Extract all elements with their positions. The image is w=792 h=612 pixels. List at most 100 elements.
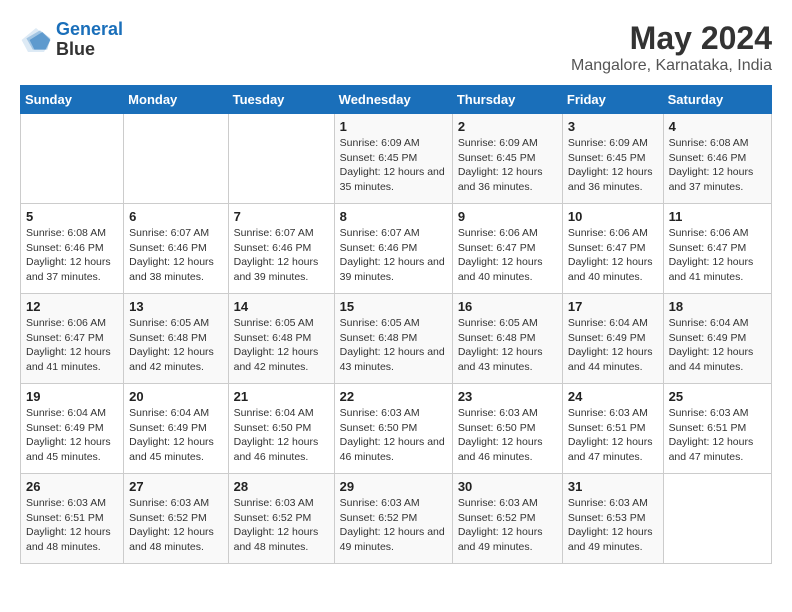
- day-number: 3: [568, 119, 658, 134]
- day-number: 11: [669, 209, 766, 224]
- calendar-cell: 17 Sunrise: 6:04 AMSunset: 6:49 PMDayligh…: [562, 294, 663, 384]
- day-info: Sunrise: 6:07 AMSunset: 6:46 PMDaylight:…: [129, 226, 222, 285]
- day-info: Sunrise: 6:04 AMSunset: 6:50 PMDaylight:…: [234, 406, 329, 465]
- day-number: 5: [26, 209, 118, 224]
- day-info: Sunrise: 6:06 AMSunset: 6:47 PMDaylight:…: [26, 316, 118, 375]
- day-info: Sunrise: 6:09 AMSunset: 6:45 PMDaylight:…: [340, 136, 447, 195]
- day-number: 17: [568, 299, 658, 314]
- day-number: 18: [669, 299, 766, 314]
- calendar-cell: 25Sunrise: 6:03 AMSunset: 6:51 PMDayligh…: [663, 384, 771, 474]
- day-info: Sunrise: 6:07 AMSunset: 6:46 PMDaylight:…: [234, 226, 329, 285]
- day-number: 26: [26, 479, 118, 494]
- day-number: 16: [458, 299, 557, 314]
- day-info: Sunrise: 6:04 AMSunset: 6:49 PMDaylight:…: [26, 406, 118, 465]
- day-info: Sunrise: 6:05 AMSunset: 6:48 PMDaylight:…: [458, 316, 557, 375]
- calendar-cell: [21, 114, 124, 204]
- day-info: Sunrise: 6:03 AMSunset: 6:52 PMDaylight:…: [340, 496, 447, 555]
- calendar-cell: 11 Sunrise: 6:06 AMSunset: 6:47 PMDayligh…: [663, 204, 771, 294]
- calendar-cell: 2 Sunrise: 6:09 AMSunset: 6:45 PMDaylight…: [452, 114, 562, 204]
- calendar-cell: 24Sunrise: 6:03 AMSunset: 6:51 PMDayligh…: [562, 384, 663, 474]
- day-number: 30: [458, 479, 557, 494]
- logo-text: General Blue: [56, 20, 123, 60]
- calendar-cell: 18 Sunrise: 6:04 AMSunset: 6:49 PMDayligh…: [663, 294, 771, 384]
- day-number: 6: [129, 209, 222, 224]
- calendar-cell: 5 Sunrise: 6:08 AMSunset: 6:46 PMDaylight…: [21, 204, 124, 294]
- calendar-cell: 20Sunrise: 6:04 AMSunset: 6:49 PMDayligh…: [124, 384, 228, 474]
- day-info: Sunrise: 6:03 AMSunset: 6:50 PMDaylight:…: [340, 406, 447, 465]
- day-number: 21: [234, 389, 329, 404]
- day-info: Sunrise: 6:03 AMSunset: 6:51 PMDaylight:…: [669, 406, 766, 465]
- calendar-cell: 6 Sunrise: 6:07 AMSunset: 6:46 PMDaylight…: [124, 204, 228, 294]
- day-info: Sunrise: 6:09 AMSunset: 6:45 PMDaylight:…: [568, 136, 658, 195]
- day-info: Sunrise: 6:03 AMSunset: 6:52 PMDaylight:…: [129, 496, 222, 555]
- calendar-cell: [228, 114, 334, 204]
- day-info: Sunrise: 6:03 AMSunset: 6:52 PMDaylight:…: [458, 496, 557, 555]
- col-header-wednesday: Wednesday: [334, 86, 452, 114]
- calendar-cell: 22 Sunrise: 6:03 AMSunset: 6:50 PMDayligh…: [334, 384, 452, 474]
- day-info: Sunrise: 6:05 AMSunset: 6:48 PMDaylight:…: [129, 316, 222, 375]
- calendar-cell: 21 Sunrise: 6:04 AMSunset: 6:50 PMDayligh…: [228, 384, 334, 474]
- calendar-cell: 26 Sunrise: 6:03 AMSunset: 6:51 PMDayligh…: [21, 474, 124, 564]
- calendar-cell: 15 Sunrise: 6:05 AMSunset: 6:48 PMDayligh…: [334, 294, 452, 384]
- day-number: 28: [234, 479, 329, 494]
- calendar-cell: 23Sunrise: 6:03 AMSunset: 6:50 PMDayligh…: [452, 384, 562, 474]
- col-header-sunday: Sunday: [21, 86, 124, 114]
- day-number: 2: [458, 119, 557, 134]
- day-number: 8: [340, 209, 447, 224]
- logo-icon: [20, 24, 52, 56]
- calendar-cell: 30 Sunrise: 6:03 AMSunset: 6:52 PMDayligh…: [452, 474, 562, 564]
- logo: General Blue: [20, 20, 123, 60]
- day-info: Sunrise: 6:08 AMSunset: 6:46 PMDaylight:…: [26, 226, 118, 285]
- calendar-cell: 16 Sunrise: 6:05 AMSunset: 6:48 PMDayligh…: [452, 294, 562, 384]
- day-number: 12: [26, 299, 118, 314]
- day-number: 22: [340, 389, 447, 404]
- day-info: Sunrise: 6:05 AMSunset: 6:48 PMDaylight:…: [234, 316, 329, 375]
- title-block: May 2024 Mangalore, Karnataka, India: [571, 20, 772, 75]
- calendar-week-4: 19 Sunrise: 6:04 AMSunset: 6:49 PMDayligh…: [21, 384, 772, 474]
- calendar-cell: 3 Sunrise: 6:09 AMSunset: 6:45 PMDaylight…: [562, 114, 663, 204]
- calendar-cell: 27Sunrise: 6:03 AMSunset: 6:52 PMDayligh…: [124, 474, 228, 564]
- day-info: Sunrise: 6:05 AMSunset: 6:48 PMDaylight:…: [340, 316, 447, 375]
- day-number: 15: [340, 299, 447, 314]
- day-info: Sunrise: 6:06 AMSunset: 6:47 PMDaylight:…: [568, 226, 658, 285]
- calendar-cell: 4Sunrise: 6:08 AMSunset: 6:46 PMDaylight…: [663, 114, 771, 204]
- day-number: 19: [26, 389, 118, 404]
- calendar-cell: 1 Sunrise: 6:09 AMSunset: 6:45 PMDaylight…: [334, 114, 452, 204]
- calendar-cell: 28 Sunrise: 6:03 AMSunset: 6:52 PMDayligh…: [228, 474, 334, 564]
- calendar-week-5: 26 Sunrise: 6:03 AMSunset: 6:51 PMDayligh…: [21, 474, 772, 564]
- day-number: 24: [568, 389, 658, 404]
- day-number: 29: [340, 479, 447, 494]
- day-number: 14: [234, 299, 329, 314]
- calendar-week-3: 12 Sunrise: 6:06 AMSunset: 6:47 PMDayligh…: [21, 294, 772, 384]
- day-number: 9: [458, 209, 557, 224]
- day-info: Sunrise: 6:03 AMSunset: 6:53 PMDaylight:…: [568, 496, 658, 555]
- day-info: Sunrise: 6:03 AMSunset: 6:52 PMDaylight:…: [234, 496, 329, 555]
- logo-line1: General: [56, 19, 123, 39]
- day-info: Sunrise: 6:06 AMSunset: 6:47 PMDaylight:…: [669, 226, 766, 285]
- calendar-cell: 29 Sunrise: 6:03 AMSunset: 6:52 PMDayligh…: [334, 474, 452, 564]
- day-info: Sunrise: 6:04 AMSunset: 6:49 PMDaylight:…: [568, 316, 658, 375]
- calendar-cell: 7Sunrise: 6:07 AMSunset: 6:46 PMDaylight…: [228, 204, 334, 294]
- calendar-cell: 10Sunrise: 6:06 AMSunset: 6:47 PMDayligh…: [562, 204, 663, 294]
- calendar-cell: 12 Sunrise: 6:06 AMSunset: 6:47 PMDayligh…: [21, 294, 124, 384]
- day-info: Sunrise: 6:04 AMSunset: 6:49 PMDaylight:…: [129, 406, 222, 465]
- day-number: 31: [568, 479, 658, 494]
- page-header: General Blue May 2024 Mangalore, Karnata…: [20, 20, 772, 75]
- calendar-cell: [124, 114, 228, 204]
- day-info: Sunrise: 6:09 AMSunset: 6:45 PMDaylight:…: [458, 136, 557, 195]
- col-header-monday: Monday: [124, 86, 228, 114]
- day-number: 1: [340, 119, 447, 134]
- day-number: 13: [129, 299, 222, 314]
- day-info: Sunrise: 6:03 AMSunset: 6:51 PMDaylight:…: [26, 496, 118, 555]
- col-header-friday: Friday: [562, 86, 663, 114]
- calendar-cell: 8Sunrise: 6:07 AMSunset: 6:46 PMDaylight…: [334, 204, 452, 294]
- subtitle: Mangalore, Karnataka, India: [571, 57, 772, 75]
- day-info: Sunrise: 6:04 AMSunset: 6:49 PMDaylight:…: [669, 316, 766, 375]
- day-number: 4: [669, 119, 766, 134]
- calendar-week-2: 5 Sunrise: 6:08 AMSunset: 6:46 PMDaylight…: [21, 204, 772, 294]
- day-info: Sunrise: 6:06 AMSunset: 6:47 PMDaylight:…: [458, 226, 557, 285]
- calendar-cell: 31 Sunrise: 6:03 AMSunset: 6:53 PMDayligh…: [562, 474, 663, 564]
- logo-line2: Blue: [56, 40, 123, 60]
- calendar-cell: 13 Sunrise: 6:05 AMSunset: 6:48 PMDayligh…: [124, 294, 228, 384]
- calendar-cell: 9 Sunrise: 6:06 AMSunset: 6:47 PMDaylight…: [452, 204, 562, 294]
